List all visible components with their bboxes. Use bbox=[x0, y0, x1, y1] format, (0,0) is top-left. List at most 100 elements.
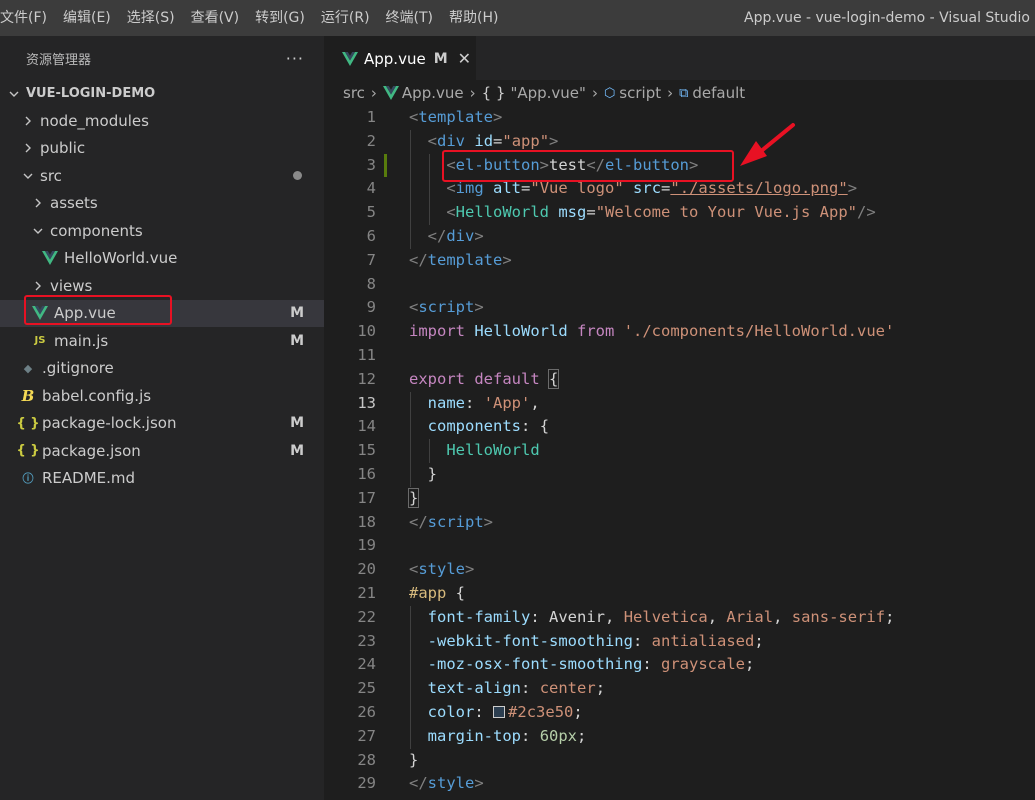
code-line: 18 </script> bbox=[357, 512, 494, 531]
chevron-right-icon bbox=[20, 115, 36, 127]
chevron-right-icon: › bbox=[469, 84, 476, 102]
tree-item-label: babel.config.js bbox=[42, 386, 152, 405]
breadcrumb-scope[interactable]: "App.vue" bbox=[510, 84, 585, 102]
code-line: 23 -webkit-font-smoothing: antialiased; bbox=[357, 631, 764, 650]
annotation-box-app-vue bbox=[24, 295, 172, 325]
tree-item-babel-config[interactable]: B babel.config.js bbox=[0, 382, 324, 410]
chevron-down-icon bbox=[20, 170, 36, 182]
tree-item-label: public bbox=[40, 139, 86, 158]
code-line: 25 text-align: center; bbox=[357, 679, 606, 698]
tab-bar: App.vue M ✕ bbox=[324, 36, 1035, 80]
tree-item-helloworld-vue[interactable]: HelloWorld.vue bbox=[0, 245, 324, 273]
code-line: 16 } bbox=[357, 464, 438, 483]
tab-label: App.vue bbox=[364, 49, 426, 68]
code-line: 7 </template> bbox=[366, 250, 512, 269]
chevron-right-icon bbox=[30, 197, 46, 209]
code-line: 29 </style> bbox=[357, 774, 484, 793]
code-line: 14 components: { bbox=[357, 417, 550, 436]
code-line: 11 bbox=[357, 345, 376, 364]
code-editor[interactable]: 1 <template> 2 <div id="app"> 3 <el-butto… bbox=[324, 106, 1035, 796]
tree-item-label: assets bbox=[50, 194, 98, 213]
menu-edit[interactable]: 编辑(E) bbox=[55, 0, 119, 36]
more-actions-icon[interactable]: ··· bbox=[286, 49, 304, 68]
code-line: 12 export default { bbox=[357, 368, 560, 389]
code-line: 8 bbox=[366, 274, 376, 293]
tree-item-node-modules[interactable]: node_modules bbox=[0, 107, 324, 135]
code-line: 6 </div> bbox=[366, 226, 484, 245]
explorer-sidebar: 资源管理器 ··· VUE-LOGIN-DEMO node_modules pu… bbox=[0, 36, 324, 800]
json-file-icon: { } bbox=[16, 443, 40, 459]
project-root[interactable]: VUE-LOGIN-DEMO bbox=[0, 80, 324, 107]
code-line: 28} bbox=[357, 750, 419, 769]
symbol-icon: ⧉ bbox=[679, 85, 689, 101]
vue-file-icon bbox=[382, 86, 399, 100]
code-line: 21 #app { bbox=[357, 583, 466, 602]
tree-item-main-js[interactable]: JS main.js M bbox=[0, 327, 324, 355]
tree-item-label: node_modules bbox=[40, 111, 149, 130]
chevron-right-icon: › bbox=[370, 84, 377, 102]
tree-item-label: components bbox=[50, 221, 143, 240]
code-line: 27 margin-top: 60px; bbox=[357, 726, 587, 745]
tree-item-readme[interactable]: ⓘ README.md bbox=[0, 465, 324, 493]
code-line: 1 <template> bbox=[366, 108, 503, 126]
breadcrumb-src[interactable]: src bbox=[343, 84, 365, 102]
annotation-box-el-button bbox=[442, 150, 734, 182]
code-line: 20 <style> bbox=[357, 560, 475, 579]
code-line: 26 color: #2c3e50; bbox=[357, 702, 583, 721]
tree-item-label: package-lock.json bbox=[42, 414, 177, 433]
menu-terminal[interactable]: 终端(T) bbox=[378, 0, 441, 36]
color-swatch[interactable] bbox=[493, 705, 506, 718]
breadcrumb-script[interactable]: script bbox=[619, 84, 661, 102]
chevron-down-icon bbox=[6, 88, 22, 100]
tree-item-src[interactable]: src bbox=[0, 162, 324, 190]
modified-dot-icon bbox=[293, 171, 302, 181]
close-icon[interactable]: ✕ bbox=[458, 49, 471, 68]
tree-item-label: HelloWorld.vue bbox=[64, 249, 178, 268]
menu-view[interactable]: 查看(V) bbox=[183, 0, 248, 36]
cube-icon: ⬡ bbox=[603, 85, 616, 101]
title-bar: 文件(F) 编辑(E) 选择(S) 查看(V) 转到(G) 运行(R) 终端(T… bbox=[0, 0, 1035, 36]
modified-badge: M bbox=[290, 442, 304, 459]
tree-item-label: README.md bbox=[42, 469, 136, 488]
tab-modified-badge: M bbox=[433, 50, 448, 67]
tree-item-public[interactable]: public bbox=[0, 135, 324, 163]
chevron-right-icon bbox=[20, 142, 36, 154]
breadcrumb: src › App.vue › { } "App.vue" › ⬡ script… bbox=[324, 80, 1035, 106]
tree-item-package-lock[interactable]: { } package-lock.json M bbox=[0, 410, 324, 438]
menu-bar: 文件(F) 编辑(E) 选择(S) 查看(V) 转到(G) 运行(R) 终端(T… bbox=[0, 0, 506, 36]
code-line: 15 HelloWorld bbox=[357, 441, 540, 460]
json-file-icon: { } bbox=[16, 415, 40, 431]
chevron-right-icon bbox=[30, 280, 46, 292]
babel-file-icon: B bbox=[21, 386, 35, 405]
modified-badge: M bbox=[290, 332, 304, 349]
tree-item-label: main.js bbox=[54, 331, 109, 350]
code-line: 17} bbox=[357, 487, 420, 508]
menu-run[interactable]: 运行(R) bbox=[313, 0, 378, 36]
code-line: 13 name: 'App', bbox=[357, 393, 540, 412]
code-line: 10 import HelloWorld from './components/H… bbox=[357, 322, 895, 341]
code-line: 22 font-family: Avenir, Helvetica, Arial… bbox=[357, 607, 895, 626]
code-line: 9 <script> bbox=[366, 298, 484, 317]
menu-selection[interactable]: 选择(S) bbox=[119, 0, 183, 36]
menu-file[interactable]: 文件(F) bbox=[0, 0, 55, 36]
tree-item-package-json[interactable]: { } package.json M bbox=[0, 437, 324, 465]
info-file-icon: ⓘ bbox=[22, 472, 34, 486]
tree-item-assets[interactable]: assets bbox=[0, 190, 324, 218]
git-file-icon: ◆ bbox=[23, 361, 33, 375]
explorer-title: 资源管理器 bbox=[26, 52, 92, 68]
modified-badge: M bbox=[290, 305, 304, 322]
chevron-down-icon bbox=[30, 225, 46, 237]
tab-app-vue[interactable]: App.vue M ✕ bbox=[324, 36, 476, 80]
menu-help[interactable]: 帮助(H) bbox=[441, 0, 506, 36]
breadcrumb-file[interactable]: App.vue bbox=[402, 84, 464, 102]
menu-go[interactable]: 转到(G) bbox=[247, 0, 313, 36]
tree-item-gitignore[interactable]: ◆ .gitignore bbox=[0, 355, 324, 383]
code-line: 24 -moz-osx-font-smoothing: grayscale; bbox=[357, 655, 755, 674]
code-line: 19 bbox=[357, 536, 376, 555]
tree-item-label: src bbox=[40, 166, 62, 185]
js-file-icon: JS bbox=[34, 335, 46, 347]
tree-item-components[interactable]: components bbox=[0, 217, 324, 245]
chevron-right-icon: › bbox=[591, 84, 598, 102]
tree-item-label: views bbox=[50, 276, 93, 295]
breadcrumb-default[interactable]: default bbox=[692, 84, 745, 102]
